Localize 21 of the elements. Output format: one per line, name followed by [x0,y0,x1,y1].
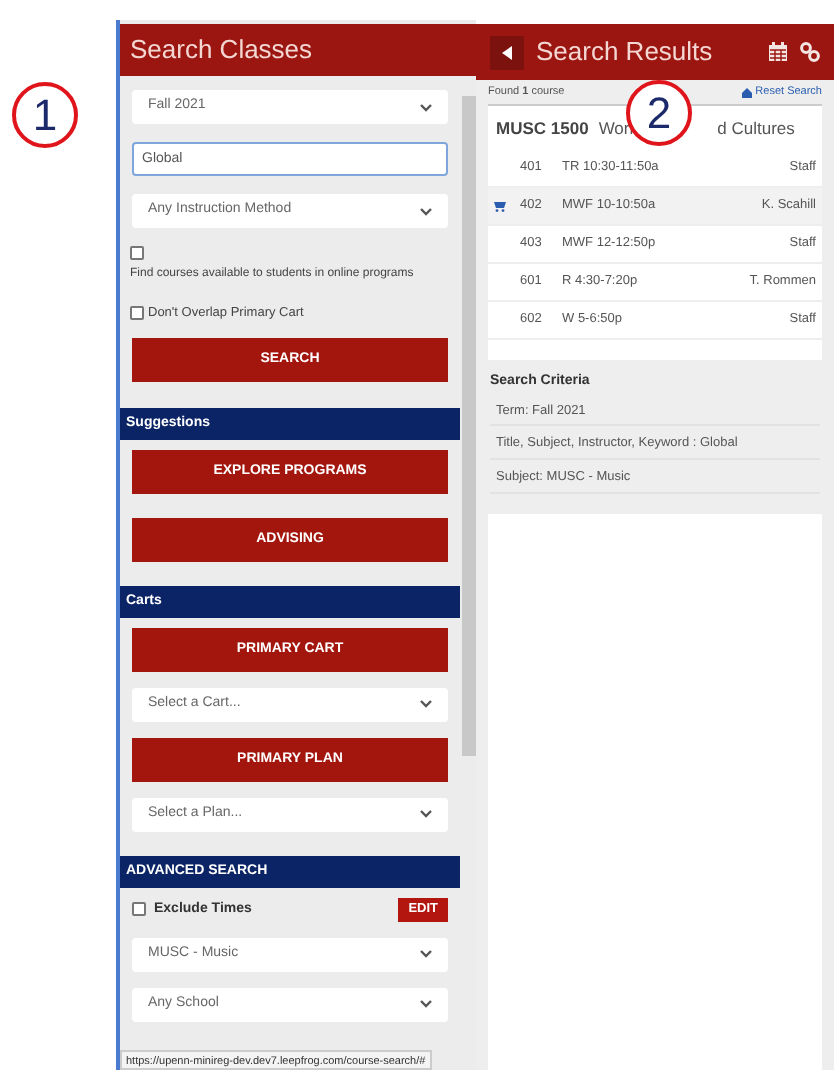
chevron-down-icon [420,103,432,111]
checkbox[interactable] [132,902,146,917]
home-icon [741,87,752,97]
panel-title: Search Classes [120,24,476,76]
chevron-down-icon [420,700,432,709]
link-icon[interactable] [800,42,820,62]
left-triangle-icon [502,45,512,59]
course-title: d Cultures [717,115,795,141]
cart-icon [494,201,506,211]
chevron-down-icon [420,810,432,819]
checkbox[interactable] [130,306,144,321]
back-button[interactable] [490,35,524,69]
course-code: MUSC 1500 [496,115,589,141]
chevron-down-icon [420,950,432,959]
panel-title: Search Results [536,34,715,71]
chevron-down-icon [420,1000,432,1009]
scrollbar[interactable] [462,96,476,756]
chevron-down-icon [420,207,432,215]
calendar-icon[interactable] [768,42,788,62]
callout-number: 1 [12,82,78,148]
checkbox[interactable] [130,246,144,260]
